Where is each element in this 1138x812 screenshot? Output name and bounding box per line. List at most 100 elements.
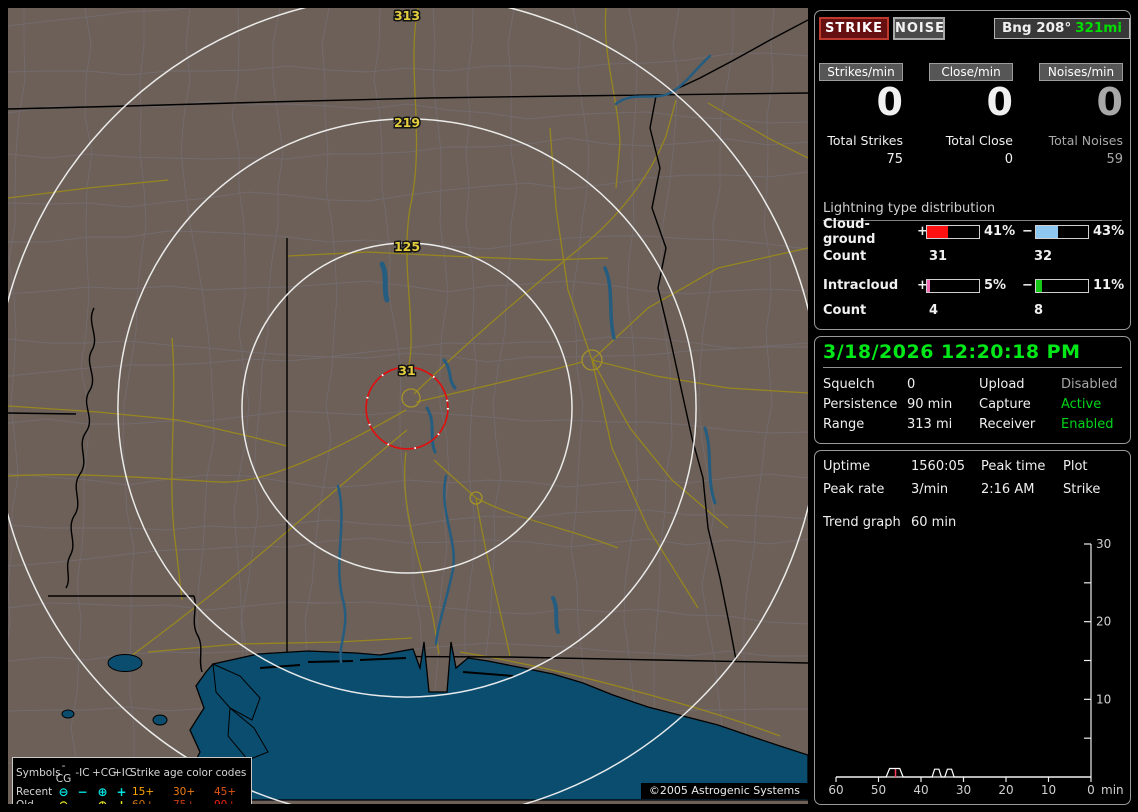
svg-text:20: 20 xyxy=(1096,615,1111,629)
copyright-label: ©2005 Astrogenic Systems xyxy=(640,783,808,799)
trend-row: Trend graph 60 min xyxy=(815,515,1130,531)
persistence-label: Persistence xyxy=(823,397,898,412)
squelch-value: 0 xyxy=(907,377,916,392)
svg-text:10: 10 xyxy=(1096,692,1111,706)
minus-sign: − xyxy=(1022,278,1033,293)
total-noises-value: 59 xyxy=(1106,152,1123,167)
noises-per-min-button[interactable]: Noises/min xyxy=(1039,63,1123,81)
stats-panel: 60 50 40 30 20 10 0 min 10 20 30 Uptime 1560:05 Pe… xyxy=(814,450,1131,805)
range-value: 313 mi xyxy=(907,417,953,432)
status-row: Squelch 0 Upload Disabled xyxy=(815,377,1130,393)
svg-text:30: 30 xyxy=(1096,537,1111,551)
status-row: Persistence 90 min Capture Active xyxy=(815,397,1130,413)
lightning-map[interactable]: 313 219 125 31 Symbols -CG -IC +CG +IC Strike ag… xyxy=(8,8,808,804)
svg-text:0: 0 xyxy=(1087,783,1095,797)
peak-rate-label: Peak rate xyxy=(823,482,885,497)
svg-text:min: min xyxy=(1101,783,1124,797)
ic-minus-bar xyxy=(1035,278,1089,293)
datetime-display: 3/18/2026 12:20:18 PM xyxy=(823,341,1122,368)
legend-row-recent: Recent ⊖ − ⊕ +15+ 30+ 45+ xyxy=(16,785,237,799)
stats-row: Uptime 1560:05 Peak time Plot xyxy=(815,459,1130,475)
bearing-display: Bng 208° 321mi xyxy=(994,18,1130,39)
trend-graph-window: 60 min xyxy=(911,515,957,530)
persistence-value: 90 min xyxy=(907,397,953,412)
strikes-counter: Strikes/min 0 Total Strikes 75 xyxy=(793,63,903,193)
status-row: Range 313 mi Receiver Enabled xyxy=(815,417,1130,433)
noise-button[interactable]: NOISE xyxy=(893,17,945,40)
peak-time-label: Peak time xyxy=(981,459,1046,474)
trend-graph: 60 50 40 30 20 10 0 min 10 20 30 xyxy=(828,537,1124,797)
peak-rate-value: 3/min xyxy=(911,482,949,497)
counters-panel: STRIKE NOISE Bng 208° 321mi Strikes/min … xyxy=(814,10,1131,330)
count-label: Count xyxy=(823,249,867,264)
ic-minus-percent: 11% xyxy=(1093,278,1125,293)
plus-sign: + xyxy=(917,224,928,239)
close-counter: Close/min 0 Total Close 0 xyxy=(903,63,1013,193)
minus-sign: − xyxy=(1022,224,1033,239)
trend-graph-label: Trend graph xyxy=(823,515,901,530)
intracloud-label: Intracloud xyxy=(823,278,899,293)
ic-count-row: Count 4 8 xyxy=(823,303,1123,318)
cloud-ground-row: Cloud-ground + 41% − 43% xyxy=(823,217,1125,247)
svg-text:20: 20 xyxy=(998,783,1013,797)
legend-header: Symbols -CG -IC +CG +IC Strike age color code… xyxy=(16,760,247,785)
cloud-ground-label: Cloud-ground xyxy=(823,216,876,247)
stats-row: Peak rate 3/min 2:16 AM Strike xyxy=(815,482,1130,498)
ring-label-125: 125 xyxy=(394,239,420,254)
bearing-distance: 321mi xyxy=(1075,20,1122,36)
ic-plus-count: 4 xyxy=(929,303,939,318)
intracloud-row: Intracloud + 5% − 11% xyxy=(823,278,1124,293)
svg-text:30: 30 xyxy=(956,783,971,797)
close-per-min-button[interactable]: Close/min xyxy=(929,63,1013,81)
close-per-min-value: 0 xyxy=(986,80,1013,124)
total-noises-label: Total Noises xyxy=(1048,133,1123,148)
app-window: 313 219 125 31 Symbols -CG -IC +CG +IC Strike ag… xyxy=(0,0,1138,812)
strike-button[interactable]: STRIKE xyxy=(819,17,889,40)
plus-sign: + xyxy=(917,278,928,293)
ic-minus-count: 8 xyxy=(1034,303,1044,318)
legend-row-old: Old⊖−⊕+60+75+90+ xyxy=(16,799,248,805)
status-panel: 3/18/2026 12:20:18 PM Squelch 0 Upload D… xyxy=(814,336,1131,444)
upload-value: Disabled xyxy=(1061,377,1118,392)
total-strikes-label: Total Strikes xyxy=(827,133,903,148)
svg-text:50: 50 xyxy=(871,783,886,797)
receiver-label: Receiver xyxy=(979,417,1036,432)
upload-label: Upload xyxy=(979,377,1025,392)
total-close-label: Total Close xyxy=(945,133,1013,148)
svg-text:10: 10 xyxy=(1041,783,1056,797)
count-label: Count xyxy=(823,303,867,318)
svg-text:60: 60 xyxy=(828,783,843,797)
cg-minus-percent: 43% xyxy=(1093,224,1125,239)
svg-text:40: 40 xyxy=(913,783,928,797)
noises-per-min-value: 0 xyxy=(1096,80,1123,124)
peak-time-value: 2:16 AM xyxy=(981,482,1035,497)
noises-counter: Noises/min 0 Total Noises 59 xyxy=(1013,63,1123,193)
cg-plus-percent: 41% xyxy=(984,224,1016,239)
plot-label: Plot xyxy=(1063,459,1088,474)
uptime-label: Uptime xyxy=(823,459,871,474)
ring-label-31: 31 xyxy=(398,363,415,378)
squelch-label: Squelch xyxy=(823,377,875,392)
cg-plus-bar xyxy=(926,224,980,239)
strikes-per-min-value: 0 xyxy=(876,80,903,124)
uptime-value: 1560:05 xyxy=(911,459,966,474)
bearing-label: Bng 208° xyxy=(1002,20,1072,36)
map-legend: Symbols -CG -IC +CG +IC Strike age color code… xyxy=(12,757,252,804)
capture-value: Active xyxy=(1061,397,1102,412)
plot-mode-value: Strike xyxy=(1063,482,1101,497)
cg-count-row: Count 31 32 xyxy=(823,249,1123,264)
range-label: Range xyxy=(823,417,865,432)
cg-minus-count: 32 xyxy=(1034,249,1053,264)
cg-plus-count: 31 xyxy=(929,249,948,264)
receiver-value: Enabled xyxy=(1061,417,1114,432)
ring-label-219: 219 xyxy=(394,115,420,130)
strikes-per-min-button[interactable]: Strikes/min xyxy=(819,63,903,81)
capture-label: Capture xyxy=(979,397,1031,412)
ic-plus-percent: 5% xyxy=(984,278,1007,293)
total-close-value: 0 xyxy=(1004,152,1013,167)
ic-plus-bar xyxy=(926,278,980,293)
total-strikes-value: 75 xyxy=(886,152,903,167)
cg-minus-bar xyxy=(1035,224,1089,239)
ring-label-313: 313 xyxy=(394,8,420,23)
map-canvas: 313 219 125 31 xyxy=(8,8,808,804)
